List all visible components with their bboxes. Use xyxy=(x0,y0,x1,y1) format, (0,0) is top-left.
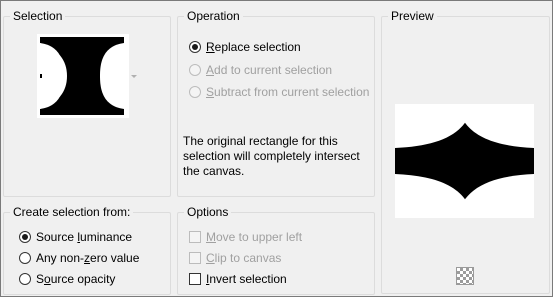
source-luminance-radio[interactable]: Source luminance xyxy=(19,229,132,245)
move-to-upper-left-label: Move to upper left xyxy=(206,230,303,244)
move-to-upper-left-checkbox[interactable]: Move to upper left xyxy=(189,229,302,245)
intersection-note: The original rectangle for this selectio… xyxy=(183,134,360,178)
radio-indicator[interactable] xyxy=(19,231,31,243)
add-to-selection-label: Add to current selection xyxy=(206,63,333,77)
clip-to-canvas-checkbox[interactable]: Clip to canvas xyxy=(189,250,281,266)
subtract-from-selection-radio[interactable]: Subtract from current selection xyxy=(189,84,369,100)
selection-group-title: Selection xyxy=(10,9,66,23)
create-from-group-title: Create selection from: xyxy=(10,205,134,219)
any-nonzero-value-label: Any non-zero value xyxy=(36,251,140,265)
invert-selection-label: Invert selection xyxy=(206,272,287,286)
add-to-selection-radio[interactable]: Add to current selection xyxy=(189,62,332,78)
preview-image xyxy=(395,104,534,218)
checkbox-indicator[interactable] xyxy=(189,231,201,243)
preview-group-title: Preview xyxy=(388,9,437,23)
chevron-down-icon[interactable] xyxy=(131,75,137,78)
radio-indicator[interactable] xyxy=(189,86,201,98)
checkbox-indicator[interactable] xyxy=(189,252,201,264)
selection-thumbnail[interactable] xyxy=(37,34,129,118)
preview-shape xyxy=(395,104,534,218)
selection-shape-image xyxy=(37,34,129,118)
source-opacity-radio[interactable]: Source opacity xyxy=(19,271,115,287)
radio-indicator[interactable] xyxy=(189,64,201,76)
source-luminance-label: Source luminance xyxy=(36,230,133,244)
radio-indicator[interactable] xyxy=(189,41,201,53)
subtract-from-selection-label: Subtract from current selection xyxy=(206,85,370,99)
replace-selection-radio[interactable]: Replace selection xyxy=(189,39,301,55)
checkerboard-icon[interactable] xyxy=(456,267,474,285)
invert-selection-checkbox[interactable]: Invert selection xyxy=(189,271,287,287)
checkbox-indicator[interactable] xyxy=(189,273,201,285)
replace-selection-label: Replace selection xyxy=(206,40,301,54)
options-group-title: Options xyxy=(184,205,232,219)
operation-group-title: Operation xyxy=(184,9,243,23)
any-nonzero-value-radio[interactable]: Any non-zero value xyxy=(19,250,139,266)
radio-indicator[interactable] xyxy=(19,252,31,264)
radio-indicator[interactable] xyxy=(19,273,31,285)
source-opacity-label: Source opacity xyxy=(36,272,116,286)
clip-to-canvas-label: Clip to canvas xyxy=(206,251,282,265)
